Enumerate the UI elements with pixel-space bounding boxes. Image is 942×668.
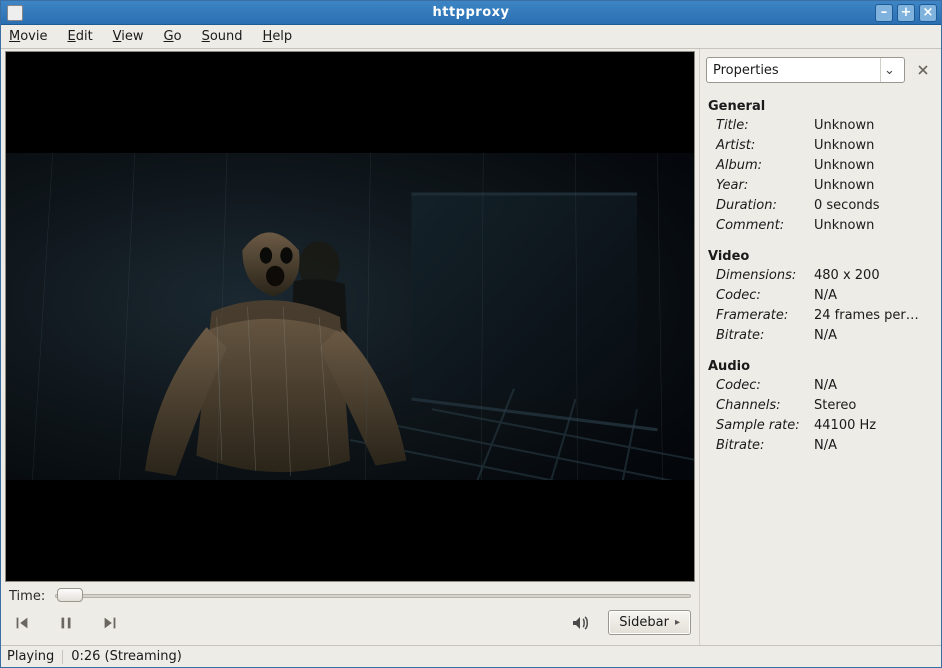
section-video: Dimensions: 480 x 200 Codec: N/A Framera… [716, 268, 933, 343]
prop-duration-val: 0 seconds [814, 198, 933, 213]
prop-title-key: Title: [716, 118, 814, 133]
speaker-icon [570, 613, 590, 633]
close-icon [917, 64, 929, 76]
skip-previous-icon [13, 614, 31, 632]
prop-samplerate-val: 44100 Hz [814, 418, 933, 433]
status-state: Playing [7, 649, 54, 664]
prop-channels-val: Stereo [814, 398, 933, 413]
prop-year-key: Year: [716, 178, 814, 193]
prop-vbitrate-key: Bitrate: [716, 328, 814, 343]
sidebar-close-button[interactable] [913, 60, 933, 80]
prop-acodec-key: Codec: [716, 378, 814, 393]
prop-vcodec-val: N/A [814, 288, 933, 303]
window-controls: – + × [875, 4, 941, 22]
prop-vbitrate-val: N/A [814, 328, 933, 343]
app-window: httpproxy – + × Movie Edit View Go Sound… [0, 0, 942, 668]
sidebar-toggle-button[interactable]: Sidebar ▸ [608, 610, 691, 635]
prop-duration-key: Duration: [716, 198, 814, 213]
section-audio: Codec: N/A Channels: Stereo Sample rate:… [716, 378, 933, 453]
prop-abitrate-key: Bitrate: [716, 438, 814, 453]
prop-artist-key: Artist: [716, 138, 814, 153]
prop-abitrate-val: N/A [814, 438, 933, 453]
maximize-button[interactable]: + [897, 4, 915, 22]
chevron-right-icon: ▸ [675, 617, 680, 628]
volume-button[interactable] [570, 613, 590, 633]
status-separator [62, 650, 63, 664]
prop-title-val: Unknown [814, 118, 933, 133]
prop-framerate-val: 24 frames per… [814, 308, 933, 323]
section-general: Title: Unknown Artist: Unknown Album: Un… [716, 118, 933, 233]
video-canvas[interactable] [5, 51, 695, 582]
prop-channels-key: Channels: [716, 398, 814, 413]
prop-album-val: Unknown [814, 158, 933, 173]
prop-album-key: Album: [716, 158, 814, 173]
seek-slider[interactable] [55, 588, 691, 604]
prop-acodec-val: N/A [814, 378, 933, 393]
section-general-heading: General [708, 99, 933, 114]
prop-dimensions-key: Dimensions: [716, 268, 814, 283]
video-frame [6, 153, 694, 481]
prop-comment-val: Unknown [814, 218, 933, 233]
playback-controls: Sidebar ▸ [5, 604, 695, 645]
prop-samplerate-key: Sample rate: [716, 418, 814, 433]
seek-track [55, 594, 691, 598]
prop-comment-key: Comment: [716, 218, 814, 233]
content-area: Time: [1, 49, 941, 645]
prop-vcodec-key: Codec: [716, 288, 814, 303]
sidebar-panel: Properties ⌄ General Title: Unknown Arti… [699, 49, 941, 645]
statusbar: Playing 0:26 (Streaming) [1, 645, 941, 667]
prop-framerate-key: Framerate: [716, 308, 814, 323]
next-button[interactable] [97, 613, 123, 633]
time-label: Time: [9, 589, 45, 604]
sidebar-selector-combo[interactable]: Properties ⌄ [706, 57, 905, 83]
window-title: httpproxy [1, 5, 941, 20]
sidebar-toggle-label: Sidebar [619, 615, 669, 630]
prop-year-val: Unknown [814, 178, 933, 193]
sidebar-header: Properties ⌄ [706, 57, 933, 83]
menu-movie[interactable]: Movie [9, 29, 47, 44]
status-time: 0:26 (Streaming) [71, 649, 182, 664]
prop-artist-val: Unknown [814, 138, 933, 153]
sidebar-selector-value: Properties [713, 63, 779, 78]
pause-icon [57, 614, 75, 632]
previous-button[interactable] [9, 613, 35, 633]
menu-sound[interactable]: Sound [202, 29, 243, 44]
prop-dimensions-val: 480 x 200 [814, 268, 933, 283]
close-button[interactable]: × [919, 4, 937, 22]
player-column: Time: [1, 49, 699, 645]
app-icon [7, 5, 23, 21]
menu-view[interactable]: View [113, 29, 144, 44]
menu-go[interactable]: Go [164, 29, 182, 44]
pause-button[interactable] [53, 613, 79, 633]
section-video-heading: Video [708, 249, 933, 264]
seek-thumb[interactable] [57, 588, 83, 602]
menu-help[interactable]: Help [263, 29, 293, 44]
seek-row: Time: [5, 582, 695, 604]
menubar: Movie Edit View Go Sound Help [1, 25, 941, 49]
skip-next-icon [101, 614, 119, 632]
chevron-down-icon: ⌄ [880, 58, 898, 82]
section-audio-heading: Audio [708, 359, 933, 374]
minimize-button[interactable]: – [875, 4, 893, 22]
menu-edit[interactable]: Edit [67, 29, 92, 44]
titlebar[interactable]: httpproxy – + × [1, 1, 941, 25]
